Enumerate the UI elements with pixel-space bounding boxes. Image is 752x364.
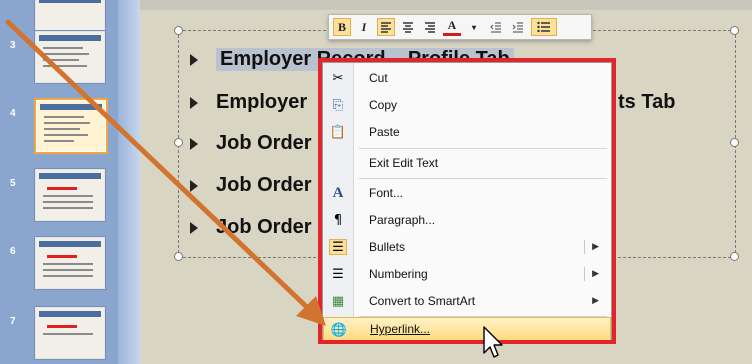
annotation-arrow bbox=[5, 19, 326, 326]
mouse-pointer-icon bbox=[483, 326, 503, 358]
